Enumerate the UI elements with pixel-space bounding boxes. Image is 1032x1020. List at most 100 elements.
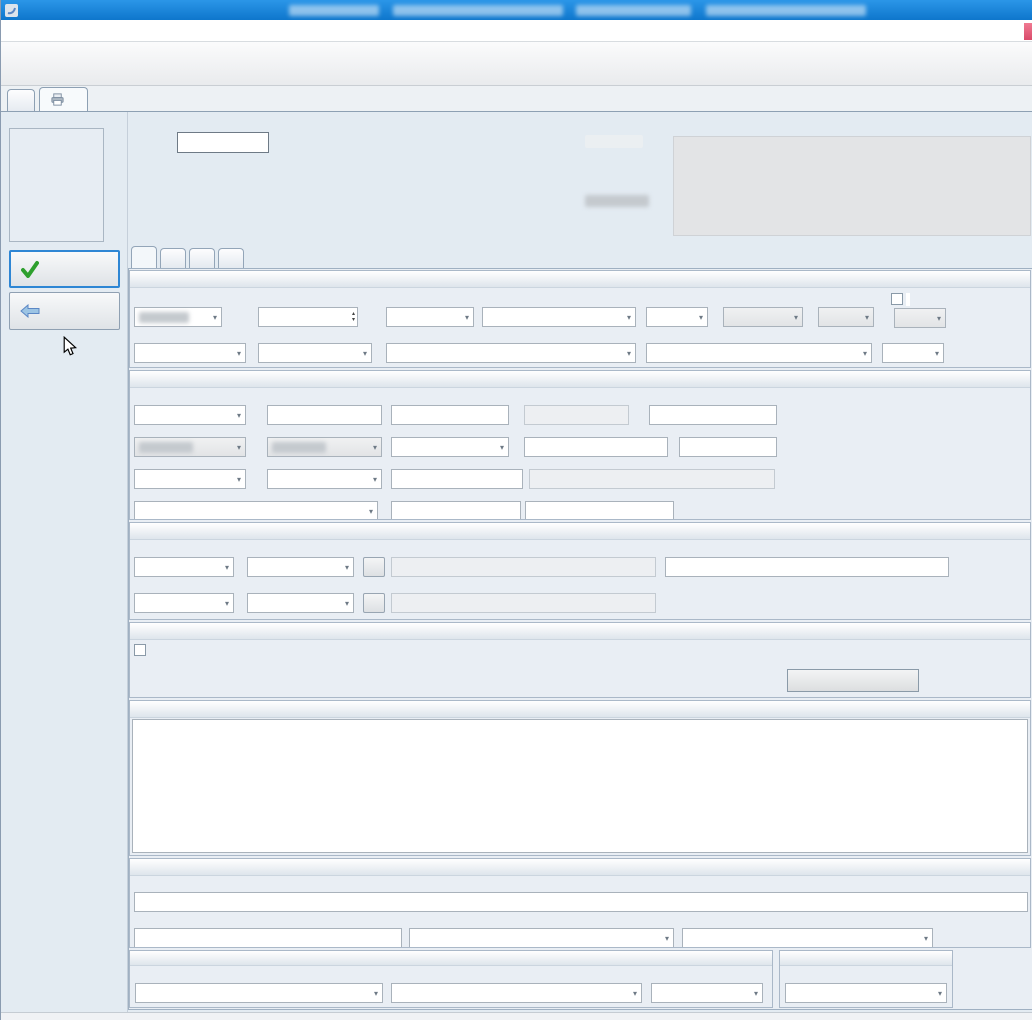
tabela-cid-secundario-select[interactable]: ▾: [134, 593, 234, 613]
check-icon: [21, 260, 39, 278]
acompanhante-select[interactable]: ▾: [646, 307, 708, 327]
convenio-select[interactable]: ▾: [134, 405, 246, 425]
chevron-down-icon: ▾: [225, 599, 229, 608]
chevron-down-icon: ▾: [225, 563, 229, 572]
printer-icon: [50, 92, 65, 107]
tab-registros-de-internacao[interactable]: [39, 87, 88, 111]
dt-emissao-select[interactable]: ▾: [267, 437, 382, 457]
bottom-bar: [1, 1012, 1032, 1020]
int-vinculada-field: ▾: [882, 329, 944, 363]
tipo-atendimento-input[interactable]: [679, 437, 777, 457]
subtab-informacoes-internacao[interactable]: [131, 246, 157, 268]
valor-sus-field: ▾: [651, 969, 763, 1003]
gravar-button[interactable]: [9, 250, 120, 288]
medico-pediu-select[interactable]: ▾: [386, 343, 636, 363]
descricao-cid-secundario-input[interactable]: [391, 593, 656, 613]
local-admissao-field: ▾: [134, 329, 246, 363]
subtab-strip: [131, 246, 244, 268]
spinner-arrows-icon[interactable]: ▴▾: [352, 311, 355, 323]
chevron-down-icon: ▾: [237, 411, 241, 420]
pediatra-select[interactable]: ▾: [682, 928, 933, 948]
matricula-paciente-field: [649, 391, 777, 425]
cirurgia-proposta-field: [134, 914, 402, 948]
hipotese-diagnostica-input[interactable]: [665, 557, 949, 577]
obs-textarea[interactable]: [132, 719, 1028, 853]
nome-unidade-field: ▾: [785, 969, 947, 1003]
internacao-obstetrica-checkbox[interactable]: [134, 644, 146, 656]
subtab-informacoes-alta[interactable]: [160, 248, 186, 268]
descricao-cid-primario-input[interactable]: [391, 557, 656, 577]
qtd-diarias-input[interactable]: [391, 501, 521, 520]
menubar: [1, 20, 1032, 42]
dt-internacao-select[interactable]: ▾: [134, 307, 222, 327]
cid-secundario-browse-button[interactable]: [363, 593, 385, 613]
medico-responsavel-select[interactable]: ▾: [646, 343, 872, 363]
plano-categoria-select[interactable]: ▾: [134, 501, 378, 520]
subtab-alta-obstetrica[interactable]: [218, 248, 244, 268]
cid-primario-browse-button[interactable]: [363, 557, 385, 577]
subtab-sumario-alta[interactable]: [189, 248, 215, 268]
codigo-procedimento-cih-select[interactable]: ▾: [391, 983, 642, 1003]
fonte-remuneracao-select[interactable]: ▾: [135, 983, 383, 1003]
chevron-down-icon: ▾: [937, 314, 941, 323]
chevron-down-icon: ▾: [938, 989, 942, 998]
group-title: [130, 701, 1030, 718]
mouse-cursor: [63, 336, 77, 358]
dt-autorizacao-select[interactable]: ▾: [134, 437, 246, 457]
cod-tipo-internacao-field: [524, 423, 668, 457]
obstetra-select[interactable]: ▾: [409, 928, 674, 948]
group-unidade: ▾: [779, 950, 953, 1008]
codigo-procedimento-cih-field: ▾: [391, 969, 642, 1003]
natureza-internacao-select[interactable]: ▾: [391, 437, 509, 457]
group-cih: ▾ ▾ ▾: [129, 950, 773, 1008]
day-clinic-select[interactable]: ▾: [894, 308, 946, 328]
chevron-down-icon: ▾: [237, 475, 241, 484]
usar-pacote-select[interactable]: ▾: [818, 307, 874, 327]
usar-pacote-field: ▾: [818, 293, 874, 327]
cid-secundario-field: ▾: [247, 579, 354, 613]
senha-atendimento-input[interactable]: [524, 405, 629, 425]
tabela-cid-primario-field: ▾: [134, 543, 234, 577]
natureza-tratamento-field: ▾: [258, 329, 372, 363]
dt-autorizacao-field: ▾: [134, 423, 246, 457]
hora-internacao-spinner[interactable]: ▴▾: [258, 307, 358, 327]
natureza-tratamento-select[interactable]: ▾: [258, 343, 372, 363]
categoria-select[interactable]: ▾: [267, 469, 382, 489]
previsao-alta-select[interactable]: ▾: [386, 307, 474, 327]
ficha-input[interactable]: [177, 132, 269, 153]
cod-tipo-internacao-input[interactable]: [524, 437, 668, 457]
medico-responsavel-field: ▾: [646, 329, 872, 363]
day-clinic-label: [906, 293, 910, 306]
fonte-remuneracao-field: ▾: [135, 969, 383, 1003]
acomodacao-cobrada-select[interactable]: ▾: [134, 469, 246, 489]
n-guia-input[interactable]: [267, 405, 382, 425]
tabela-cid-secundario-field: ▾: [134, 579, 234, 613]
edge-marker: [1024, 23, 1032, 40]
senha-aih-input[interactable]: [525, 501, 674, 520]
nome-procedimento-input[interactable]: [529, 469, 775, 489]
cod-proced-principal-field: [391, 455, 523, 489]
nome-unidade-select[interactable]: ▾: [785, 983, 947, 1003]
tabela-cid-primario-select[interactable]: ▾: [134, 557, 234, 577]
cod-proced-principal-input[interactable]: [391, 469, 523, 489]
tab-bem-vindo[interactable]: [7, 89, 35, 111]
obstetra-field: ▾: [409, 914, 674, 948]
leito-select[interactable]: ▾: [482, 307, 636, 327]
chevron-down-icon: ▾: [213, 313, 217, 322]
redacted-title-text: [576, 5, 691, 16]
cid-primario-select[interactable]: ▾: [247, 557, 354, 577]
cid-secundario-select[interactable]: ▾: [247, 593, 354, 613]
alimen-acompa-select[interactable]: ▾: [723, 307, 803, 327]
local-admissao-select[interactable]: ▾: [134, 343, 246, 363]
matricula-paciente-input[interactable]: [649, 405, 777, 425]
n-guia-solicitacao-input[interactable]: [391, 405, 509, 425]
tipo-sanguineo-button[interactable]: [787, 669, 919, 692]
int-vinculada-select[interactable]: ▾: [882, 343, 944, 363]
day-clinic-checkbox[interactable]: [891, 293, 903, 305]
valor-sus-select[interactable]: ▾: [651, 983, 763, 1003]
resultado-teste-rapido-input[interactable]: [134, 892, 1028, 912]
cirurgia-proposta-input[interactable]: [134, 928, 402, 948]
retornar-button[interactable]: [9, 292, 120, 330]
hipotese-diagnostica-field: [665, 543, 949, 577]
chevron-down-icon: ▾: [754, 989, 758, 998]
